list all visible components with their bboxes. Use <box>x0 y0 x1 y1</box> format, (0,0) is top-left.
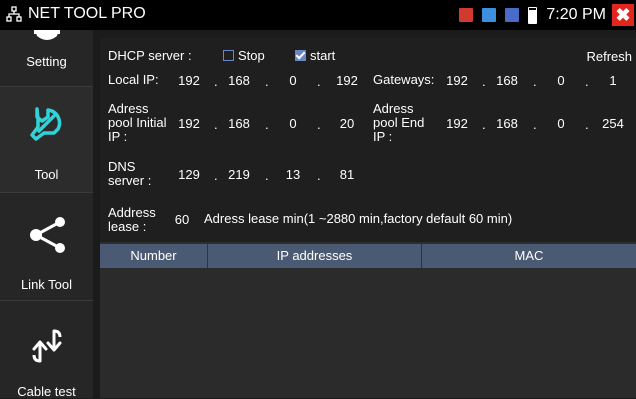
start-label[interactable]: start <box>310 49 335 63</box>
dhcp-panel: DHCP server : Stop start Refresh Local I… <box>100 38 636 398</box>
share-icon <box>30 217 65 253</box>
pool-initial-octet-2[interactable]: 168 <box>222 116 256 131</box>
sidebar-item-cable-test[interactable]: Cable test <box>0 301 93 399</box>
gateway-octet-1[interactable]: 192 <box>440 73 474 88</box>
ip-dot: . <box>482 74 486 89</box>
stop-label[interactable]: Stop <box>238 49 265 63</box>
pool-initial-label-line-2: pool Initial <box>108 115 167 130</box>
sidebar-item-setting[interactable]: Setting <box>0 30 93 87</box>
system-tray: 7:20 PM ✖ <box>459 0 636 30</box>
sidebar-item-tool[interactable]: Tool <box>0 87 93 193</box>
ip-dot: . <box>533 74 537 89</box>
local-ip-octet-1[interactable]: 192 <box>172 73 206 88</box>
ip-dot: . <box>317 74 321 89</box>
pool-end-octet-3[interactable]: 0 <box>546 116 576 131</box>
local-ip-octet-3[interactable]: 0 <box>278 73 308 88</box>
clients-table-body[interactable] <box>100 268 636 398</box>
column-header-number: Number <box>130 248 177 263</box>
app-title: NET TOOL PRO <box>6 5 146 23</box>
clients-table-header: Number IP addresses MAC <box>100 244 636 268</box>
ip-dot: . <box>317 168 321 183</box>
ip-dot: . <box>265 74 269 89</box>
info-blue-icon[interactable] <box>482 8 497 22</box>
pool-end-label-line-1: Adress <box>373 101 414 116</box>
lease-minutes-input[interactable]: 60 <box>170 212 194 227</box>
dns-octet-4[interactable]: 81 <box>330 167 364 182</box>
alert-red-icon[interactable] <box>459 8 474 22</box>
column-header-ip-addresses: IP addresses <box>276 248 353 263</box>
pool-initial-label-line-1: Adress <box>108 101 149 116</box>
ip-dot: . <box>214 74 218 89</box>
sidebar-item-link-tool[interactable]: Link Tool <box>0 193 93 301</box>
local-ip-label: Local IP: <box>108 72 159 87</box>
dns-octet-3[interactable]: 13 <box>278 167 308 182</box>
local-ip-octet-4[interactable]: 192 <box>330 73 364 88</box>
lease-label-line-2: lease : <box>108 219 147 234</box>
sidebar-item-label: Setting <box>26 54 67 69</box>
ip-dot: . <box>482 117 486 132</box>
battery-icon <box>528 6 538 24</box>
dns-label-line-2: server : <box>108 173 152 188</box>
pool-end-octet-1[interactable]: 192 <box>440 116 474 131</box>
gear-icon <box>34 30 60 40</box>
network-icon <box>6 6 22 22</box>
lease-note: Adress lease min(1 ~2880 min,factory def… <box>204 211 513 226</box>
pool-initial-octet-1[interactable]: 192 <box>172 116 206 131</box>
ip-dot: . <box>317 117 321 132</box>
cable-test-icon <box>32 329 62 363</box>
sidebar-item-label: Link Tool <box>20 277 73 292</box>
dhcp-form: DHCP server : Stop start Refresh Local I… <box>100 38 636 242</box>
ip-dot: . <box>214 168 218 183</box>
column-header-mac: MAC <box>514 248 544 263</box>
pool-end-octet-4[interactable]: 254 <box>596 116 630 131</box>
clock: 7:20 PM <box>546 6 606 23</box>
dns-label-line-1: DNS <box>108 159 136 174</box>
gateway-octet-4[interactable]: 1 <box>596 73 630 88</box>
ip-dot: . <box>533 117 537 132</box>
refresh-button[interactable]: Refresh <box>586 49 632 64</box>
dns-octet-2[interactable]: 219 <box>222 167 256 182</box>
dns-octet-1[interactable]: 129 <box>172 167 206 182</box>
sidebar-item-label: Cable test <box>17 384 76 399</box>
pool-end-label-line-3: IP : <box>373 129 393 144</box>
wrench-icon <box>30 107 62 141</box>
ip-dot: . <box>265 168 269 183</box>
ip-dot: . <box>585 74 589 89</box>
gateways-label: Gateways: <box>373 72 435 87</box>
sidebar-item-label: Tool <box>34 167 59 182</box>
close-icon[interactable]: ✖ <box>612 4 634 26</box>
lease-label-line-1: Address <box>108 205 156 220</box>
ip-dot: . <box>214 117 218 132</box>
ip-dot: . <box>265 117 269 132</box>
gateway-octet-3[interactable]: 0 <box>546 73 576 88</box>
gateway-octet-2[interactable]: 168 <box>490 73 524 88</box>
pool-initial-octet-3[interactable]: 0 <box>278 116 308 131</box>
dhcp-server-label: DHCP server : <box>108 48 192 63</box>
tools-blue-icon[interactable] <box>505 8 520 22</box>
sidebar: Setting Tool Link Tool Cable test <box>0 30 93 399</box>
start-checkbox[interactable] <box>295 50 306 61</box>
pool-end-octet-2[interactable]: 168 <box>490 116 524 131</box>
status-bar: NET TOOL PRO 7:20 PM ✖ <box>0 0 636 30</box>
pool-initial-octet-4[interactable]: 20 <box>330 116 364 131</box>
pool-end-label-line-2: pool End <box>373 115 425 130</box>
app-title-text: NET TOOL PRO <box>28 5 146 22</box>
local-ip-octet-2[interactable]: 168 <box>222 73 256 88</box>
pool-initial-label-line-3: IP : <box>108 129 128 144</box>
ip-dot: . <box>585 117 589 132</box>
stop-checkbox[interactable] <box>223 50 234 61</box>
